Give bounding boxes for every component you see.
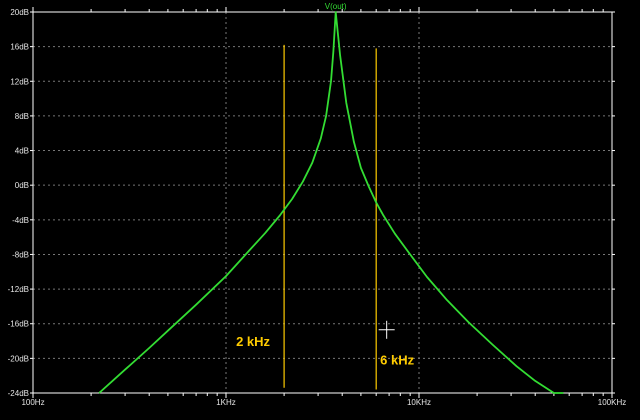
frequency-markers: 2 kHz 6 kHz (236, 44, 415, 390)
x-axis-tick-labels: 100Hz 1KHz 10KHz 100KHz (21, 398, 626, 407)
y-tick-label: -20dB (8, 354, 29, 363)
y-axis-tick-labels: 20dB 16dB 12dB 8dB 4dB 0dB -4dB -8dB -12dB -16dB -… (8, 8, 29, 398)
plot-frame (32, 11, 613, 394)
x-tick-label: 1KHz (216, 398, 236, 407)
marker-label: 6 kHz (380, 352, 414, 367)
y-tick-label: -8dB (12, 250, 29, 259)
x-tick-label: 100Hz (21, 398, 44, 407)
y-tick-label: 20dB (10, 8, 29, 17)
y-tick-label: -24dB (8, 389, 29, 398)
y-tick-label: 16dB (10, 43, 29, 52)
marker-label: 2 kHz (236, 334, 270, 349)
data-series (98, 11, 564, 394)
chart-title[interactable]: V(out) (325, 2, 347, 11)
grid (33, 12, 612, 393)
y-tick-label: 0dB (15, 181, 29, 190)
axis-ticks (30, 7, 615, 398)
y-tick-label: 12dB (10, 77, 29, 86)
y-tick-label: -16dB (8, 320, 29, 329)
y-tick-label: -12dB (8, 285, 29, 294)
plot-window: 20dB 16dB 12dB 8dB 4dB 0dB -4dB -8dB -12dB -16dB -… (0, 0, 640, 415)
y-tick-label: 4dB (15, 147, 29, 156)
x-tick-label: 10KHz (407, 398, 431, 407)
y-tick-label: 8dB (15, 112, 29, 121)
y-tick-label: -4dB (12, 216, 29, 225)
crosshair-cursor (378, 320, 395, 339)
bode-plot[interactable]: 20dB 16dB 12dB 8dB 4dB 0dB -4dB -8dB -12dB -16dB -… (0, 0, 640, 415)
series-line (98, 11, 564, 394)
plot-area-border (32, 11, 613, 394)
x-tick-label: 100KHz (598, 398, 626, 407)
